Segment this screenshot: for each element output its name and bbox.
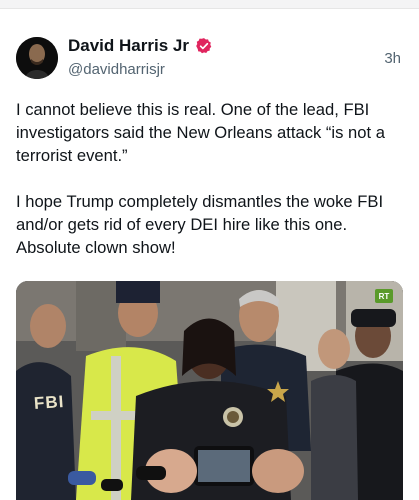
avatar[interactable] <box>16 37 58 79</box>
user-handle[interactable]: @davidharrisjr <box>68 61 165 78</box>
tweet-paragraph-2: I hope Trump completely dismantles the w… <box>16 192 384 257</box>
tweet-paragraph-1: I cannot believe this is real. One of th… <box>16 100 385 165</box>
tweet-text: I cannot believe this is real. One of th… <box>16 98 408 259</box>
rt-logo-badge: RT <box>375 289 393 303</box>
top-divider <box>0 0 419 9</box>
name-row: David Harris Jr <box>68 36 213 56</box>
verified-badge-icon <box>195 37 213 55</box>
timestamp[interactable]: 3h <box>384 50 401 67</box>
display-name[interactable]: David Harris Jr <box>68 36 189 56</box>
jacket-lettering: FBI <box>33 391 65 414</box>
tweet-media-image[interactable]: FBI RT <box>16 281 403 500</box>
